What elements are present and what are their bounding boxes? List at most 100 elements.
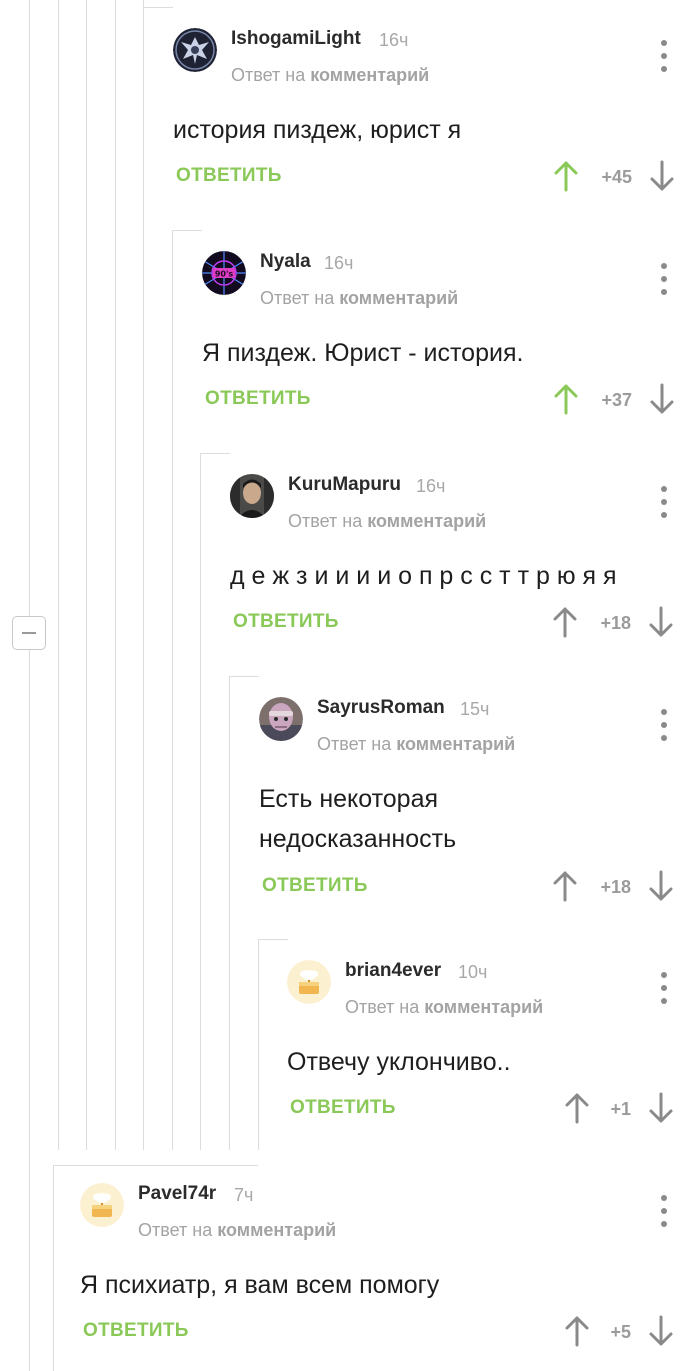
reply-to-link[interactable]: комментарий bbox=[424, 997, 543, 1017]
reply-to-label: Ответ на комментарий bbox=[345, 997, 543, 1018]
thread-separator bbox=[53, 1165, 258, 1166]
downvote-arrow-icon[interactable] bbox=[649, 160, 675, 192]
comment-text-line: д е ж з и и и и о п р с с т т р ю я я bbox=[230, 562, 617, 590]
upvote-arrow-icon[interactable] bbox=[553, 383, 579, 415]
reply-to-label: Ответ на комментарий bbox=[317, 734, 515, 755]
reply-button[interactable]: ОТВЕТИТЬ bbox=[290, 1097, 396, 1119]
more-options-icon[interactable] bbox=[656, 972, 672, 1004]
thread-line bbox=[29, 0, 30, 616]
author-name[interactable]: brian4ever bbox=[345, 960, 441, 982]
reply-to-prefix: Ответ на bbox=[260, 288, 335, 308]
svg-text:90's: 90's bbox=[215, 270, 234, 279]
thread-line bbox=[172, 230, 173, 1150]
thread-line bbox=[258, 939, 259, 1150]
rating-value: +37 bbox=[601, 390, 632, 410]
thread-line bbox=[143, 0, 144, 1150]
masked-face-icon bbox=[259, 697, 303, 741]
reply-to-prefix: Ответ на bbox=[231, 65, 306, 85]
reply-to-link[interactable]: комментарий bbox=[217, 1220, 336, 1240]
upvote-arrow-icon[interactable] bbox=[552, 870, 578, 902]
reply-to-prefix: Ответ на bbox=[138, 1220, 213, 1240]
reply-to-link[interactable]: комментарий bbox=[339, 288, 458, 308]
comment-text: Отвечу уклончиво.. bbox=[287, 1042, 511, 1082]
reply-button[interactable]: ОТВЕТИТЬ bbox=[262, 875, 368, 897]
more-options-icon[interactable] bbox=[656, 1195, 672, 1227]
reply-to-label: Ответ на комментарий bbox=[260, 288, 458, 309]
downvote-arrow-icon[interactable] bbox=[648, 1315, 674, 1347]
thread-line bbox=[53, 1165, 54, 1371]
comment: IshogamiLight 16ч Ответ на комментарий и… bbox=[173, 14, 700, 224]
comment-text-line: Я психиатр, я вам всем помогу bbox=[80, 1271, 440, 1299]
comment-text: Я психиатр, я вам всем помогу bbox=[80, 1265, 439, 1305]
thread-line bbox=[29, 650, 30, 1371]
upvote-arrow-icon[interactable] bbox=[552, 606, 578, 638]
downvote-arrow-icon[interactable] bbox=[648, 1092, 674, 1124]
reply-button[interactable]: ОТВЕТИТЬ bbox=[83, 1320, 189, 1342]
downvote-arrow-icon[interactable] bbox=[648, 606, 674, 638]
avatar[interactable] bbox=[80, 1183, 124, 1227]
comment-time: 7ч bbox=[234, 1185, 254, 1205]
portrait-photo-icon bbox=[230, 474, 274, 518]
comment: 90's Nyala 16ч Ответ на комментарий Я пи… bbox=[202, 237, 700, 447]
avatar[interactable]: 90's bbox=[202, 251, 246, 295]
thread-line bbox=[229, 676, 230, 1150]
avatar[interactable] bbox=[230, 474, 274, 518]
thread-separator bbox=[258, 939, 288, 940]
upvote-arrow-icon[interactable] bbox=[553, 160, 579, 192]
comment-time: 15ч bbox=[460, 699, 490, 719]
comment: Pavel74r 7ч Ответ на комментарий Я психи… bbox=[80, 1169, 700, 1371]
reply-to-label: Ответ на комментарий bbox=[231, 65, 429, 86]
default-cake-avatar-icon bbox=[287, 960, 331, 1004]
reply-button[interactable]: ОТВЕТИТЬ bbox=[176, 165, 282, 187]
thread-separator bbox=[200, 453, 230, 454]
reply-to-link[interactable]: комментарий bbox=[396, 734, 515, 754]
thread-separator bbox=[172, 230, 202, 231]
thread-line bbox=[86, 0, 87, 1150]
comment-time: 16ч bbox=[416, 476, 446, 496]
reply-button[interactable]: ОТВЕТИТЬ bbox=[233, 611, 339, 633]
thread-separator bbox=[229, 676, 259, 677]
default-cake-avatar-icon bbox=[80, 1183, 124, 1227]
more-options-icon[interactable] bbox=[656, 40, 672, 72]
rating-value: +1 bbox=[610, 1099, 631, 1119]
more-options-icon[interactable] bbox=[656, 263, 672, 295]
thread-line bbox=[58, 0, 59, 1150]
comment-text-line: недосказанность bbox=[259, 825, 457, 853]
downvote-arrow-icon[interactable] bbox=[649, 383, 675, 415]
comment-text-line: Отвечу уклончиво.. bbox=[287, 1048, 511, 1076]
comment-text-line: Я пиздеж. Юрист - история. bbox=[202, 339, 524, 367]
reply-to-link[interactable]: комментарий bbox=[367, 511, 486, 531]
reply-button[interactable]: ОТВЕТИТЬ bbox=[205, 388, 311, 410]
comment-text: история пиздеж, юрист я bbox=[173, 110, 461, 150]
more-options-icon[interactable] bbox=[656, 709, 672, 741]
downvote-arrow-icon[interactable] bbox=[648, 870, 674, 902]
comment-time: 16ч bbox=[379, 30, 409, 50]
comment: SayrusRoman 15ч Ответ на комментарий Ест… bbox=[259, 683, 700, 933]
comment-text: Я пиздеж. Юрист - история. bbox=[202, 333, 523, 373]
avatar[interactable] bbox=[173, 28, 217, 72]
rating-value: +18 bbox=[600, 877, 631, 897]
rating-value: +5 bbox=[610, 1322, 631, 1342]
avatar[interactable] bbox=[287, 960, 331, 1004]
author-name[interactable]: Pavel74r bbox=[138, 1183, 216, 1205]
comment-text: Есть некоторая недосказанность bbox=[259, 779, 456, 859]
author-name[interactable]: SayrusRoman bbox=[317, 697, 445, 719]
reply-to-link[interactable]: комментарий bbox=[310, 65, 429, 85]
author-name[interactable]: IshogamiLight bbox=[231, 28, 361, 50]
avatar[interactable] bbox=[259, 697, 303, 741]
comment-text-line: Есть некоторая bbox=[259, 785, 439, 813]
collapse-thread-button[interactable] bbox=[12, 616, 46, 650]
comment: brian4ever 10ч Ответ на комментарий Отве… bbox=[287, 946, 700, 1156]
more-options-icon[interactable] bbox=[656, 486, 672, 518]
comment-text: д е ж з и и и и о п р с с т т р ю я я bbox=[230, 556, 617, 596]
minus-icon bbox=[22, 632, 36, 634]
rating-value: +18 bbox=[600, 613, 631, 633]
author-name[interactable]: KuruMapuru bbox=[288, 474, 401, 496]
eagle-emblem-icon bbox=[173, 28, 217, 72]
reply-to-prefix: Ответ на bbox=[317, 734, 392, 754]
rating-value: +45 bbox=[601, 167, 632, 187]
reply-to-prefix: Ответ на bbox=[345, 997, 420, 1017]
thread-line bbox=[200, 453, 201, 1150]
comment-time: 16ч bbox=[324, 253, 354, 273]
author-name[interactable]: Nyala bbox=[260, 251, 311, 273]
